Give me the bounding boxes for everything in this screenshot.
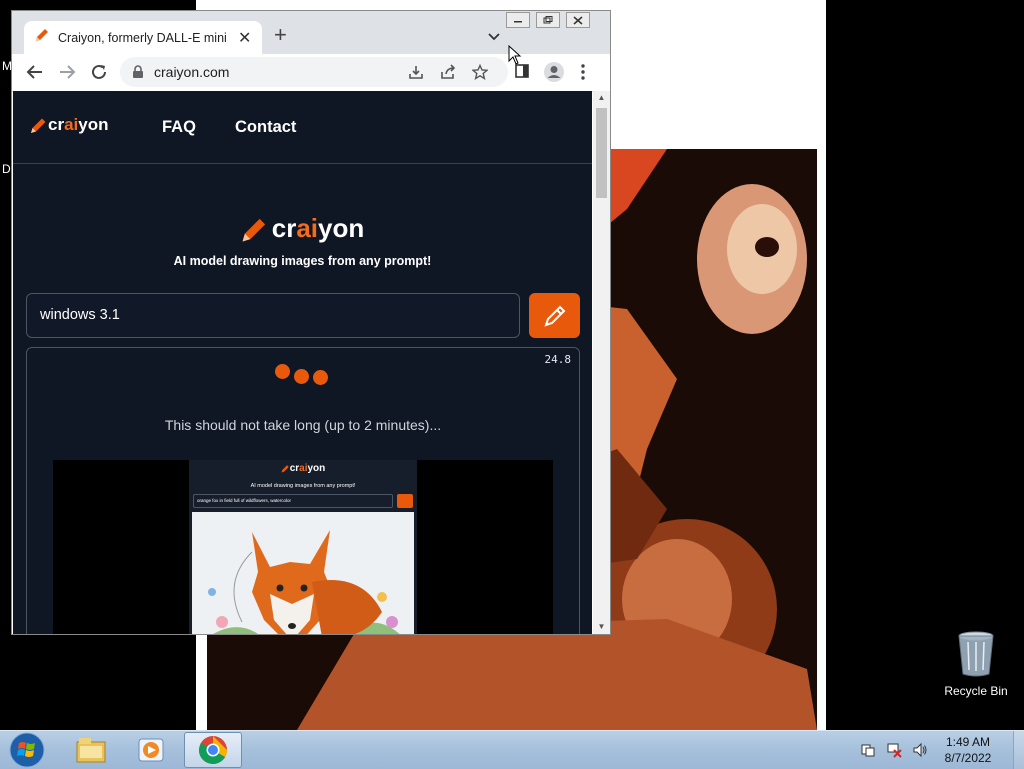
preview-screenshot: craiyon AI model drawing images from any…	[189, 460, 417, 634]
nav-link-faq[interactable]: FAQ	[162, 118, 196, 137]
minimize-button[interactable]	[506, 12, 530, 28]
preview-prompt-input: orange fox in field full of wildflowers,…	[193, 494, 393, 508]
file-explorer-icon	[76, 738, 106, 763]
draw-button[interactable]	[529, 293, 580, 338]
pencil-icon	[242, 218, 265, 241]
loading-dot	[294, 369, 309, 384]
scrollbar-thumb[interactable]	[596, 108, 607, 198]
install-app-icon[interactable]	[408, 64, 424, 85]
hero-logo-text-cr: cr	[271, 213, 297, 243]
site-navbar: craiyon FAQ Contact	[13, 91, 592, 164]
fox-watercolor-image	[192, 512, 414, 634]
restore-button[interactable]	[536, 12, 560, 28]
back-arrow-icon[interactable]	[26, 63, 44, 86]
logo-text-cr: cr	[48, 115, 65, 134]
new-tab-button[interactable]: +	[274, 24, 287, 46]
url-text: craiyon.com	[154, 64, 230, 80]
prompt-input[interactable]: windows 3.1	[26, 293, 520, 338]
recycle-bin-icon	[958, 631, 994, 677]
pencil-icon	[281, 465, 289, 473]
page-scrollbar[interactable]: ▲ ▼	[593, 91, 610, 634]
result-panel: 24.8 This should not take long (up to 2 …	[26, 347, 580, 634]
chevron-down-icon[interactable]	[488, 28, 500, 46]
pencil-icon	[543, 305, 565, 327]
preview-logo-text-yon: yon	[307, 463, 326, 474]
pencil-icon	[31, 118, 46, 133]
promo-preview: craiyon AI model drawing images from any…	[53, 460, 553, 634]
taskbar-chrome[interactable]	[184, 732, 242, 768]
address-bar[interactable]: craiyon.com	[120, 57, 508, 87]
pencil-icon	[34, 27, 50, 48]
tab-title: Craiyon, formerly DALL-E mini	[58, 30, 227, 45]
reload-icon[interactable]	[90, 63, 108, 86]
star-bookmark-icon[interactable]	[471, 63, 489, 85]
site-logo[interactable]: craiyon	[30, 115, 109, 135]
scroll-up-arrow-icon[interactable]: ▲	[593, 91, 610, 105]
nav-link-contact[interactable]: Contact	[235, 118, 296, 137]
hero-tagline: AI model drawing images from any prompt!	[173, 254, 432, 268]
start-button[interactable]	[2, 732, 52, 768]
taskbar-file-explorer[interactable]	[64, 732, 118, 768]
clock-time: 1:49 AM	[945, 735, 991, 749]
taskbar-media-player[interactable]	[124, 732, 178, 768]
preview-draw-button	[397, 494, 413, 508]
close-window-button[interactable]	[566, 12, 590, 28]
desktop-edge-label-2: D	[2, 162, 11, 176]
logo-text-ai: ai	[64, 115, 79, 134]
loading-dot	[313, 370, 328, 385]
mouse-cursor-icon	[508, 45, 522, 65]
close-icon[interactable]: ✕	[238, 28, 251, 48]
system-tray: 1:49 AM 8/7/2022	[859, 731, 1024, 769]
media-player-icon	[138, 738, 164, 762]
action-center-flag-icon[interactable]	[859, 741, 877, 759]
elapsed-timer: 24.8	[544, 353, 572, 366]
preview-logo: craiyon	[189, 463, 417, 474]
page-viewport: craiyon FAQ Contact craiyon AI model dra…	[13, 91, 592, 634]
taskbar: 1:49 AM 8/7/2022	[0, 730, 1024, 769]
more-menu-icon[interactable]	[580, 63, 586, 86]
loading-dot	[275, 364, 290, 379]
show-desktop-button[interactable]	[1013, 731, 1024, 769]
windows-start-icon	[9, 732, 45, 768]
chrome-icon	[199, 736, 227, 764]
taskbar-clock[interactable]: 1:49 AM 8/7/2022	[937, 734, 999, 766]
clock-date: 8/7/2022	[944, 751, 992, 765]
hero-logo: craiyon	[13, 213, 592, 244]
loading-message: This should not take long (up to 2 minut…	[164, 417, 442, 433]
chrome-browser-window: Craiyon, formerly DALL-E mini ✕ + craiyo…	[11, 10, 611, 635]
share-icon[interactable]	[440, 64, 456, 85]
recycle-bin-label: Recycle Bin	[944, 684, 1008, 698]
side-panel-icon[interactable]	[514, 63, 530, 84]
forward-arrow-icon[interactable]	[58, 63, 76, 86]
lock-icon	[132, 65, 144, 84]
recycle-bin-shortcut[interactable]: Recycle Bin	[940, 630, 1012, 698]
scroll-down-arrow-icon[interactable]: ▼	[593, 620, 610, 634]
window-controls	[500, 12, 590, 28]
logo-text-yon: yon	[78, 115, 109, 134]
hero-logo-text-ai: ai	[296, 213, 319, 243]
network-disconnected-icon[interactable]	[885, 741, 903, 759]
volume-icon[interactable]	[911, 741, 929, 759]
hero-logo-text-yon: yon	[318, 213, 365, 243]
preview-logo-text-cr: cr	[289, 463, 300, 474]
preview-tagline: AI model drawing images from any prompt!	[250, 483, 356, 489]
profile-avatar-icon[interactable]	[543, 61, 565, 88]
tab-craiyon[interactable]: Craiyon, formerly DALL-E mini ✕	[24, 21, 262, 54]
preview-logo-text-ai: ai	[299, 463, 308, 474]
